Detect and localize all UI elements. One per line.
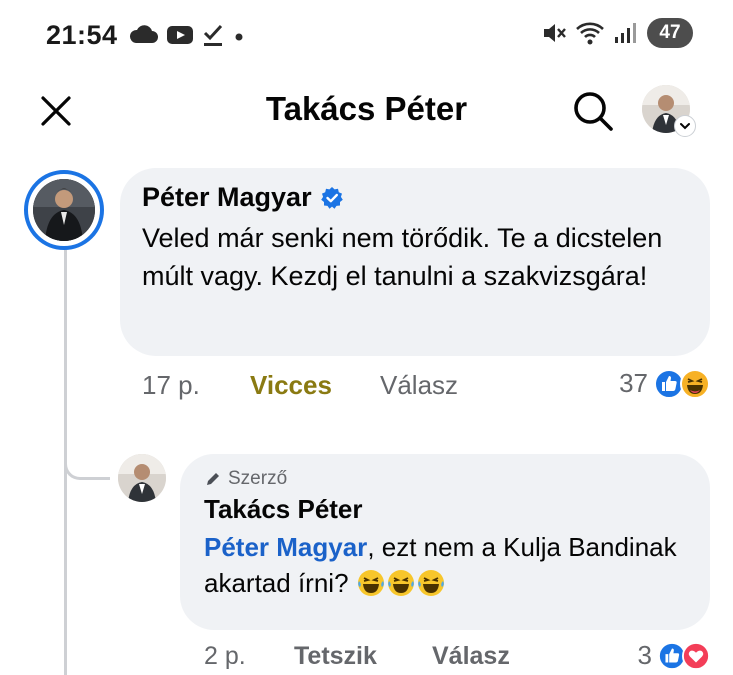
comment-author[interactable]: Péter Magyar <box>142 182 312 213</box>
status-right-icons: 47 <box>541 18 693 48</box>
chevron-down-icon <box>680 123 690 130</box>
mention-link[interactable]: Péter Magyar <box>204 532 367 562</box>
comment-text: Veled már senki nem törődik. Te a dicste… <box>142 223 663 291</box>
reply-button[interactable]: Válasz <box>380 370 458 401</box>
reaction-summary[interactable]: 37 <box>619 368 710 399</box>
status-left-icons <box>128 22 246 48</box>
pencil-icon <box>207 473 219 485</box>
avatar <box>33 179 95 241</box>
youtube-icon <box>167 26 193 44</box>
comment-actions: 2 p. Tetszik Válasz 3 <box>204 640 710 675</box>
top-app-bar: Takács Péter <box>0 76 733 146</box>
reply-bubble[interactable]: Szerző Takács Péter Péter Magyar, ezt ne… <box>180 454 710 630</box>
author-badge-label: Szerző <box>228 468 288 489</box>
status-bar: 21:54 47 <box>0 0 733 76</box>
verified-badge-icon <box>320 186 343 209</box>
reaction-count: 3 <box>637 640 652 670</box>
search-icon <box>574 92 613 131</box>
signal-icon <box>615 23 636 43</box>
comment-actions: 17 p. Vicces Válasz 37 <box>140 368 710 406</box>
comment-bubble[interactable]: Péter Magyar Veled már senki nem törődik… <box>120 168 710 356</box>
mute-icon <box>544 24 566 42</box>
chevron-down-badge <box>674 115 696 137</box>
battery-icon: 47 <box>647 18 693 48</box>
wifi-icon <box>576 22 604 45</box>
haha-emoji-icon <box>387 570 414 596</box>
profile-switcher[interactable] <box>638 83 698 141</box>
comment-avatar-story-ring[interactable] <box>24 170 104 250</box>
haha-reaction-icon <box>680 368 710 399</box>
haha-emoji-icon <box>417 570 444 596</box>
avatar[interactable] <box>118 454 166 502</box>
like-button[interactable]: Tetszik <box>294 642 377 671</box>
cloud-icon <box>129 25 158 43</box>
search-button[interactable] <box>568 86 618 136</box>
author-badge: Szerző <box>204 468 686 490</box>
comment-author[interactable]: Takács Péter <box>204 494 686 525</box>
status-time: 21:54 <box>46 20 118 50</box>
comment-time[interactable]: 17 p. <box>142 370 200 401</box>
comment-time[interactable]: 2 p. <box>204 642 246 671</box>
love-reaction-icon <box>682 641 710 670</box>
comment-author-row: Péter Magyar <box>142 182 688 213</box>
page-title: Takács Péter <box>265 90 468 127</box>
reaction-button[interactable]: Vicces <box>250 370 332 401</box>
reply-button[interactable]: Válasz <box>432 642 510 671</box>
check-download-icon <box>203 24 223 46</box>
haha-emoji-icon <box>357 570 384 596</box>
reaction-summary[interactable]: 3 <box>638 640 710 671</box>
reaction-count: 37 <box>619 368 648 398</box>
reply-connector <box>64 440 110 480</box>
comment-text: Péter Magyar, ezt nem a Kulja Bandinak a… <box>204 529 686 601</box>
dot-icon <box>235 33 243 41</box>
